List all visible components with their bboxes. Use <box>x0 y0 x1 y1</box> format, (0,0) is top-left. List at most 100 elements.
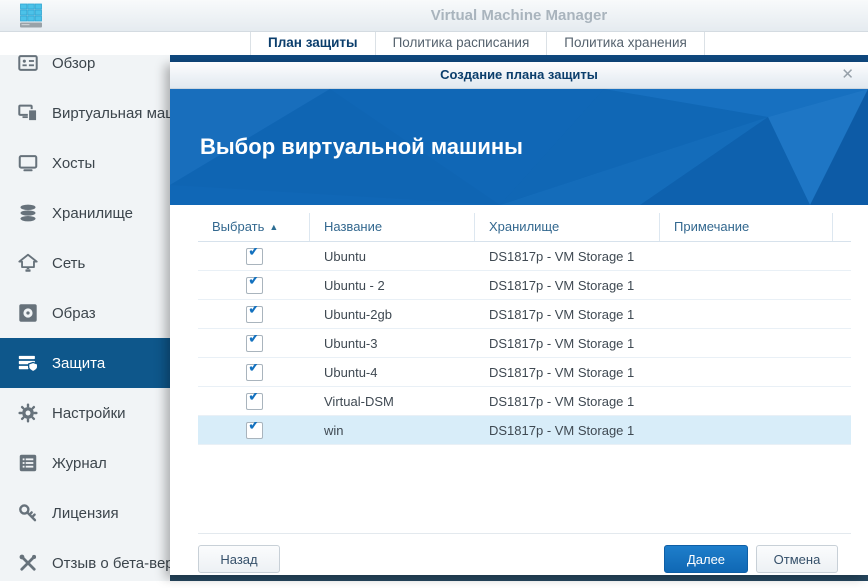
vm-storage-cell: DS1817p - VM Storage 1 <box>489 306 635 322</box>
sidebar-item-network[interactable]: Сеть <box>0 238 170 288</box>
sidebar-item-license[interactable]: Лицензия <box>0 488 170 538</box>
table-row[interactable]: ✓ Ubuntu-3 DS1817p - VM Storage 1 <box>198 329 851 358</box>
dialog-titlebar: Создание плана защиты ✕ <box>170 62 868 89</box>
row-select-cell: ✓ <box>198 421 310 439</box>
sidebar-item-storage[interactable]: Хранилище <box>0 188 170 238</box>
tab-bar: План защиты Политика расписания Политика… <box>0 32 868 55</box>
row-checkbox[interactable]: ✓ <box>245 421 263 439</box>
back-button[interactable]: Назад <box>198 545 280 573</box>
log-icon <box>17 452 39 474</box>
row-select-cell: ✓ <box>198 334 310 352</box>
sidebar-item-virtual-machine[interactable]: Виртуальная машина <box>0 88 202 138</box>
vm-storage-cell: DS1817p - VM Storage 1 <box>489 277 635 293</box>
storage-icon <box>17 202 39 224</box>
vm-storage-cell: DS1817p - VM Storage 1 <box>489 248 635 264</box>
column-note[interactable]: Примечание <box>660 213 833 241</box>
row-select-cell: ✓ <box>198 276 310 294</box>
table-row[interactable]: ✓ Virtual-DSM DS1817p - VM Storage 1 <box>198 387 851 416</box>
check-icon: ✓ <box>247 363 262 376</box>
sidebar-item-label: Журнал <box>52 454 107 472</box>
row-checkbox[interactable]: ✓ <box>245 334 263 352</box>
app-icon[interactable] <box>16 2 46 35</box>
sidebar-item-image[interactable]: Образ <box>0 288 170 338</box>
tab-schedule-policy[interactable]: Политика расписания <box>374 32 547 55</box>
sidebar-item-log[interactable]: Журнал <box>0 438 170 488</box>
sidebar-item-label: Обзор <box>52 54 96 72</box>
vm-name-cell: Ubuntu-4 <box>324 364 378 380</box>
check-icon: ✓ <box>247 421 262 434</box>
table-row[interactable]: ✓ Ubuntu-2gb DS1817p - VM Storage 1 <box>198 300 851 329</box>
vm-storage-cell: DS1817p - VM Storage 1 <box>489 422 635 438</box>
wizard-step-title: Выбор виртуальной машины <box>200 134 523 159</box>
table-row[interactable]: ✓ win DS1817p - VM Storage 1 <box>198 416 851 445</box>
vm-name-cell: Ubuntu-3 <box>324 335 378 351</box>
window-title: Virtual Machine Manager <box>430 7 608 24</box>
row-checkbox[interactable]: ✓ <box>245 276 263 294</box>
overview-icon <box>17 52 39 74</box>
create-protection-plan-dialog: Создание плана защиты ✕ Выбор виртуально… <box>170 62 868 575</box>
sidebar-item-protection[interactable]: Защита <box>0 338 170 388</box>
column-select[interactable]: Выбрать ▲ <box>198 213 310 241</box>
sidebar-item-label: Лицензия <box>52 504 119 522</box>
sidebar-item-hosts[interactable]: Хосты <box>0 138 170 188</box>
vm-name-cell: Ubuntu <box>324 248 366 264</box>
footer-divider <box>198 533 851 534</box>
table-row[interactable]: ✓ Ubuntu DS1817p - VM Storage 1 <box>198 242 851 271</box>
sidebar: Обзор Виртуальная машина Хосты Хранилище… <box>0 32 202 581</box>
topbar: Virtual Machine Manager <box>0 0 868 32</box>
check-icon: ✓ <box>247 247 262 260</box>
protection-icon <box>17 352 39 374</box>
table-header: Выбрать ▲ Название Хранилище Примечание <box>198 213 851 242</box>
row-checkbox[interactable]: ✓ <box>245 392 263 410</box>
close-icon[interactable]: ✕ <box>841 62 854 88</box>
content-top-bar <box>170 55 868 62</box>
network-icon <box>17 252 39 274</box>
row-checkbox[interactable]: ✓ <box>245 363 263 381</box>
next-button[interactable]: Далее <box>664 545 748 573</box>
check-icon: ✓ <box>247 392 262 405</box>
vm-storage-cell: DS1817p - VM Storage 1 <box>489 364 635 380</box>
row-checkbox[interactable]: ✓ <box>245 247 263 265</box>
table-row[interactable]: ✓ Ubuntu-4 DS1817p - VM Storage 1 <box>198 358 851 387</box>
row-checkbox[interactable]: ✓ <box>245 305 263 323</box>
sidebar-item-label: Сеть <box>52 254 86 272</box>
row-select-cell: ✓ <box>198 305 310 323</box>
virtual-machine-icon <box>17 102 39 124</box>
check-icon: ✓ <box>247 276 262 289</box>
sidebar-item-label: Хосты <box>52 154 96 172</box>
column-spacer <box>833 213 851 241</box>
settings-icon <box>17 402 39 424</box>
sidebar-item-settings[interactable]: Настройки <box>0 388 170 438</box>
sidebar-item-label: Настройки <box>52 404 126 422</box>
window-bottom-edge <box>170 575 868 581</box>
tab-retention-policy[interactable]: Политика хранения <box>546 32 705 55</box>
cancel-button[interactable]: Отмена <box>756 545 838 573</box>
check-icon: ✓ <box>247 305 262 318</box>
vm-name-cell: win <box>324 422 344 438</box>
sidebar-item-label: Образ <box>52 304 96 322</box>
sort-asc-icon: ▲ <box>269 222 279 232</box>
vm-storage-cell: DS1817p - VM Storage 1 <box>489 393 635 409</box>
vm-name-cell: Ubuntu-2gb <box>324 306 392 322</box>
row-select-cell: ✓ <box>198 363 310 381</box>
image-icon <box>17 302 39 324</box>
column-storage[interactable]: Хранилище <box>475 213 660 241</box>
tab-protection-plan[interactable]: План защиты <box>250 32 375 55</box>
dialog-banner: Выбор виртуальной машины <box>170 89 868 205</box>
table-row[interactable]: ✓ Ubuntu - 2 DS1817p - VM Storage 1 <box>198 271 851 300</box>
sidebar-list: Обзор Виртуальная машина Хосты Хранилище… <box>0 32 202 588</box>
dialog-title: Создание плана защиты <box>440 67 598 82</box>
vm-storage-cell: DS1817p - VM Storage 1 <box>489 335 635 351</box>
hosts-icon <box>17 152 39 174</box>
vm-name-cell: Ubuntu - 2 <box>324 277 385 293</box>
vm-name-cell: Virtual-DSM <box>324 393 394 409</box>
sidebar-item-label: Хранилище <box>52 204 133 222</box>
table-body: ✓ Ubuntu DS1817p - VM Storage 1 ✓ Ubuntu… <box>198 242 851 445</box>
license-icon <box>17 502 39 524</box>
row-select-cell: ✓ <box>198 392 310 410</box>
sidebar-item-label: Защита <box>52 354 106 372</box>
column-name[interactable]: Название <box>310 213 475 241</box>
row-select-cell: ✓ <box>198 247 310 265</box>
feedback-icon <box>17 552 39 574</box>
vm-table: Выбрать ▲ Название Хранилище Примечание ✓… <box>198 213 851 445</box>
